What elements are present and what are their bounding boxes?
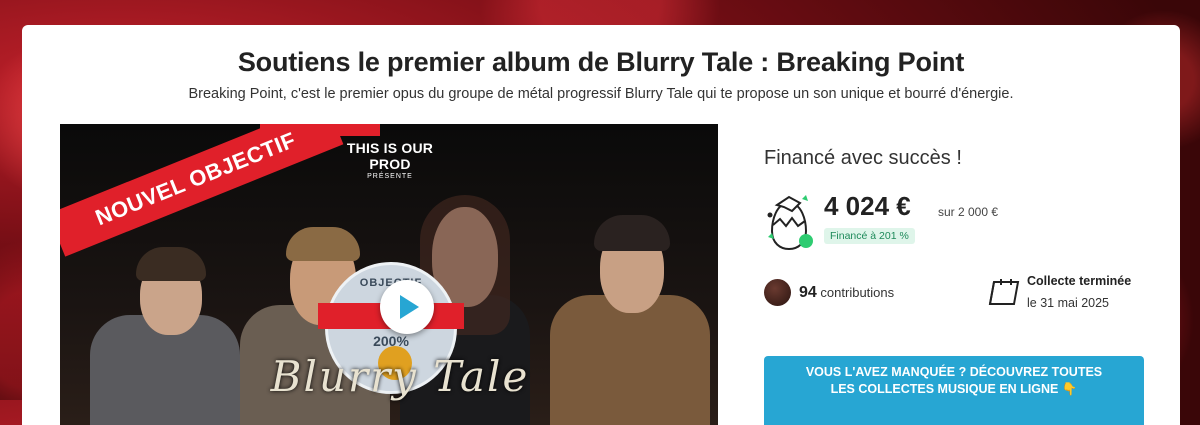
producer-credit: THIS IS OUR PROD PRÉSENTE: [340, 140, 440, 180]
cta-line-1: VOUS L'AVEZ MANQUÉE ? DÉCOUVREZ TOUTES: [805, 365, 1103, 379]
play-icon: [400, 295, 419, 319]
avatar: [764, 279, 791, 306]
contributions[interactable]: 94 contributions: [799, 284, 894, 302]
discover-music-campaigns-button[interactable]: VOUS L'AVEZ MANQUÉE ? DÉCOUVREZ TOUTES L…: [764, 356, 1144, 425]
calendar-icon: [988, 279, 1020, 305]
campaign-video[interactable]: NOUVEL OBJECTIF THIS IS OUR PROD PRÉSENT…: [60, 124, 718, 425]
hatched-egg-icon: [767, 195, 813, 251]
contributions-count: 94: [799, 284, 817, 301]
funding-goal: sur 2 000 €: [938, 205, 999, 219]
band-logo: Blurry Tale: [270, 352, 530, 401]
producer-name: THIS IS OUR PROD: [346, 140, 434, 172]
funding-status: Financé avec succès !: [764, 147, 962, 169]
presents-label: PRÉSENTE: [367, 173, 413, 180]
amount-raised: 4 024 €: [824, 191, 911, 221]
page-title: Soutiens le premier album de Blurry Tale…: [237, 47, 965, 77]
page-subtitle: Breaking Point, c'est le premier opus du…: [188, 86, 1014, 102]
cta-line-2: LES COLLECTES MUSIQUE EN LIGNE 👇: [830, 382, 1078, 396]
band-member: [550, 185, 710, 425]
campaign-card: Soutiens le premier album de Blurry Tale…: [22, 25, 1180, 425]
play-button[interactable]: [380, 280, 434, 334]
contributions-label: contributions: [820, 285, 895, 300]
collecte-status: Collecte terminée: [1027, 274, 1132, 288]
collecte-end-date: le 31 mai 2025: [1027, 296, 1110, 310]
funded-percent-badge: Financé à 201 %: [824, 228, 915, 244]
